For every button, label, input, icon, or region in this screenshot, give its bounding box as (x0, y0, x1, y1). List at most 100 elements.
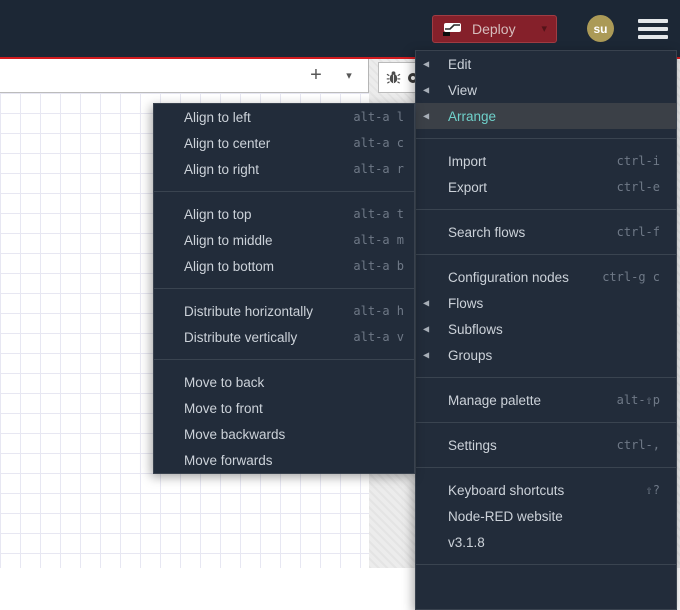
menu-item-label: Settings (448, 437, 497, 453)
menu-item-label: Manage palette (448, 392, 542, 408)
menu-item-flows[interactable]: ◀ Flows (416, 290, 676, 316)
menu-item-keyboard-shortcuts[interactable]: Keyboard shortcuts ⇧? (416, 477, 676, 503)
menu-item-move-forwards[interactable]: Move forwards (154, 447, 414, 473)
menu-separator (416, 209, 676, 210)
menu-separator (416, 254, 676, 255)
menu-item-label: Move backwards (184, 426, 286, 442)
debug-tab-icon[interactable] (386, 70, 401, 85)
menu-separator (154, 359, 414, 360)
menu-separator (416, 138, 676, 139)
menu-item-move-backwards[interactable]: Move backwards (154, 421, 414, 447)
menu-item-manage-palette[interactable]: Manage palette alt-⇧p (416, 387, 676, 413)
menu-item-label: Configuration nodes (448, 269, 569, 285)
menu-item-label: Import (448, 153, 487, 169)
menu-item-label: v3.1.8 (448, 534, 485, 550)
main-dropdown-menu: ◀ Edit ◀ View ◀ Arrange Import ctrl-i Export ctrl… (415, 50, 677, 610)
menu-item-label: Distribute vertically (184, 329, 298, 345)
menu-item-align-to-right[interactable]: Align to right alt-a r (154, 156, 414, 182)
menu-item-shortcut: ctrl-, (616, 438, 660, 452)
menu-item-label: Distribute horizontally (184, 303, 314, 319)
menu-item-move-to-back[interactable]: Move to back (154, 369, 414, 395)
menu-item-move-to-front[interactable]: Move to front (154, 395, 414, 421)
menu-item-shortcut: alt-a m (353, 233, 404, 247)
menu-item-label: Groups (448, 347, 493, 363)
menu-item-label: Move forwards (184, 452, 273, 468)
menu-item-shortcut: alt-a v (353, 330, 404, 344)
hamburger-bar (638, 35, 668, 39)
menu-separator (416, 377, 676, 378)
menu-item-label: Arrange (448, 108, 497, 124)
menu-item-shortcut: ctrl-e (616, 180, 660, 194)
menu-item-label: Export (448, 179, 488, 195)
menu-separator (416, 564, 676, 565)
menu-item-distribute-horizontally[interactable]: Distribute horizontally alt-a h (154, 298, 414, 324)
main-menu-button[interactable] (638, 19, 668, 39)
menu-item-label: Align to middle (184, 232, 273, 248)
menu-item-import[interactable]: Import ctrl-i (416, 148, 676, 174)
menu-item-export[interactable]: Export ctrl-e (416, 174, 676, 200)
menu-item-label: Search flows (448, 224, 526, 240)
deploy-button[interactable]: Deploy ▾ (432, 15, 557, 43)
submenu-arrow-icon: ◀ (423, 350, 430, 360)
menu-item-label: Subflows (448, 321, 503, 337)
deploy-label: Deploy (472, 21, 516, 37)
menu-separator (416, 467, 676, 468)
menu-item-configuration-nodes[interactable]: Configuration nodes ctrl-g c (416, 264, 676, 290)
menu-item-align-to-top[interactable]: Align to top alt-a t (154, 201, 414, 227)
menu-item-label: Flows (448, 295, 484, 311)
menu-item-label: Move to back (184, 374, 265, 390)
menu-item-align-to-left[interactable]: Align to left alt-a l (154, 104, 414, 130)
submenu-arrow-icon: ◀ (423, 324, 430, 334)
menu-item-distribute-vertically[interactable]: Distribute vertically alt-a v (154, 324, 414, 350)
user-avatar[interactable]: su (587, 15, 614, 42)
menu-item-shortcut: alt-⇧p (616, 393, 660, 407)
menu-item-align-to-center[interactable]: Align to center alt-a c (154, 130, 414, 156)
menu-item-v3-1-8[interactable]: v3.1.8 (416, 529, 676, 555)
menu-item-label: Move to front (184, 400, 263, 416)
menu-item-arrange[interactable]: ◀ Arrange (416, 103, 676, 129)
menu-item-view[interactable]: ◀ View (416, 77, 676, 103)
header: Deploy ▾ su (0, 0, 680, 57)
menu-item-label: Node-RED website (448, 508, 563, 524)
menu-item-shortcut: alt-a b (353, 259, 404, 273)
menu-separator (154, 288, 414, 289)
menu-item-shortcut: ctrl-i (616, 154, 660, 168)
menu-item-shortcut: ctrl-g c (602, 270, 660, 284)
menu-item-align-to-bottom[interactable]: Align to bottom alt-a b (154, 253, 414, 279)
menu-item-node-red-website[interactable]: Node-RED website (416, 503, 676, 529)
menu-item-shortcut: ⇧? (645, 483, 660, 497)
menu-separator (416, 422, 676, 423)
submenu-arrow-icon: ◀ (423, 85, 430, 95)
add-flow-button[interactable]: + (303, 60, 329, 91)
menu-item-label: Align to top (184, 206, 252, 222)
hamburger-bar (638, 27, 668, 31)
menu-item-shortcut: alt-a t (353, 207, 404, 221)
submenu-arrow-icon: ◀ (423, 59, 430, 69)
hamburger-bar (638, 19, 668, 23)
menu-item-label: Align to right (184, 161, 260, 177)
menu-item-shortcut: alt-a l (353, 110, 404, 124)
menu-item-search-flows[interactable]: Search flows ctrl-f (416, 219, 676, 245)
menu-item-label: Align to bottom (184, 258, 275, 274)
menu-item-label: View (448, 82, 478, 98)
menu-item-shortcut: alt-a r (353, 162, 404, 176)
menu-item-label: Align to left (184, 109, 251, 125)
menu-item-subflows[interactable]: ◀ Subflows (416, 316, 676, 342)
menu-item-groups[interactable]: ◀ Groups (416, 342, 676, 368)
submenu-arrow-icon: ◀ (423, 111, 430, 121)
submenu-arrow-icon: ◀ (423, 298, 430, 308)
menu-item-align-to-middle[interactable]: Align to middle alt-a m (154, 227, 414, 253)
menu-item-label: Edit (448, 56, 472, 72)
flow-list-dropdown-icon[interactable]: ▾ (336, 60, 362, 91)
deploy-caret-icon[interactable]: ▾ (541, 23, 547, 35)
menu-separator (154, 191, 414, 192)
menu-item-edit[interactable]: ◀ Edit (416, 51, 676, 77)
menu-item-shortcut: alt-a c (353, 136, 404, 150)
deploy-icon (442, 21, 463, 37)
menu-item-shortcut: alt-a h (353, 304, 404, 318)
menu-item-settings[interactable]: Settings ctrl-, (416, 432, 676, 458)
menu-item-label: Keyboard shortcuts (448, 482, 565, 498)
menu-item-shortcut: ctrl-f (616, 225, 660, 239)
menu-item-label: Align to center (184, 135, 271, 151)
arrange-submenu: Align to left alt-a l Align to center alt-a… (153, 103, 415, 474)
